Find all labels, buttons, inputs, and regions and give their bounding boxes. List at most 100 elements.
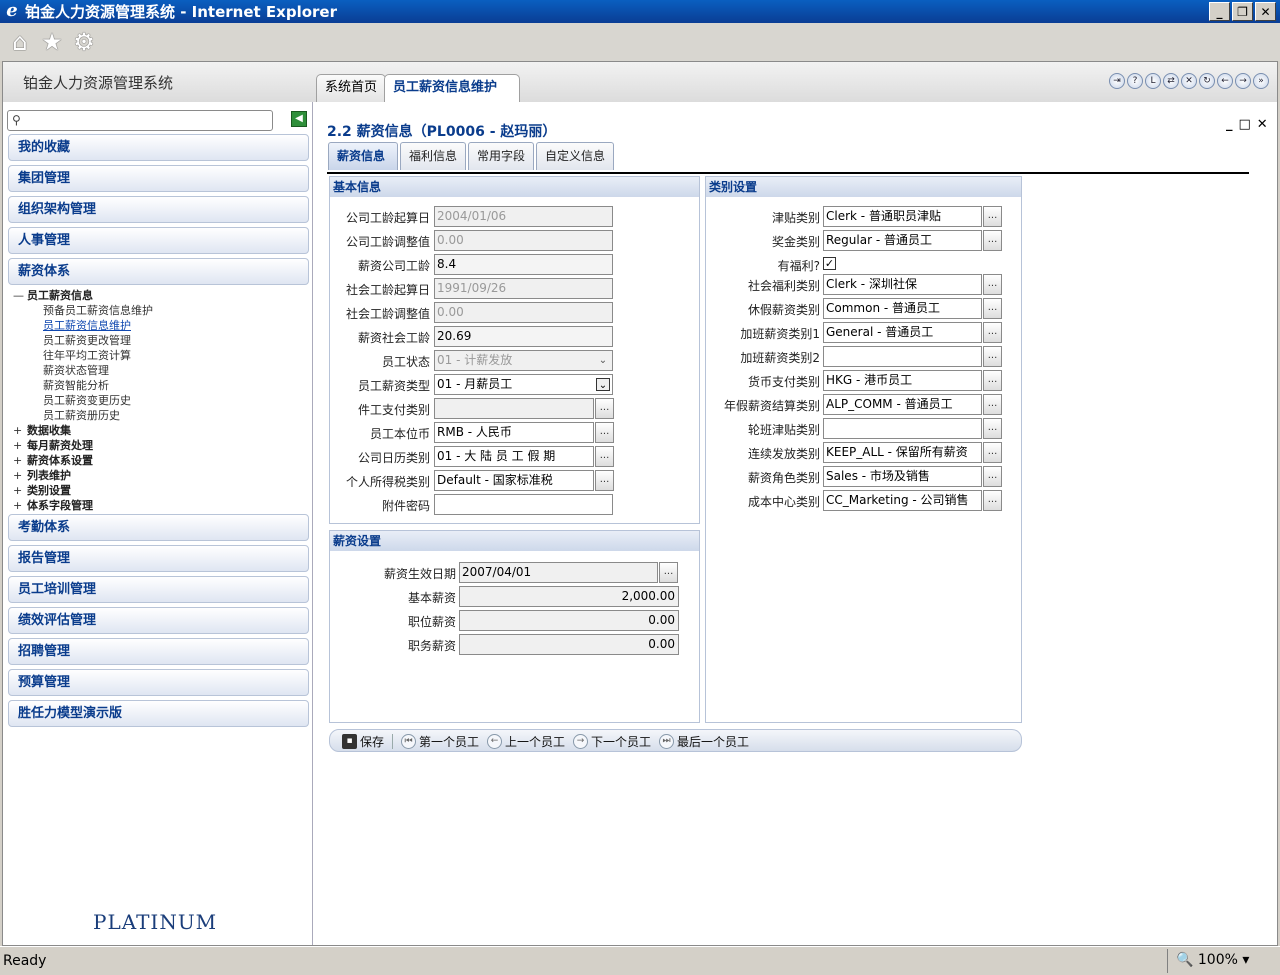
help-icon[interactable]: ? (1127, 73, 1143, 89)
attachment-password-field[interactable] (434, 494, 613, 515)
bonus-category-field[interactable]: Regular - 普通员工 (823, 230, 982, 251)
shift-allowance-category-field[interactable] (823, 418, 982, 439)
collapse-sidebar-icon[interactable]: ◀ (291, 111, 307, 127)
nav-competency-demo[interactable]: 胜任力模型演示版 (8, 700, 309, 727)
calendar-category-field[interactable]: 01 - 大 陆 员 工 假 期 (434, 446, 594, 467)
salary-role-lookup-button[interactable]: ... (983, 466, 1002, 487)
tree-node-category-setup[interactable]: + 类别设置 (13, 482, 71, 498)
overtime1-lookup-button[interactable]: ... (983, 322, 1002, 343)
position-salary-field[interactable]: 0.00 (459, 610, 679, 631)
nav-performance[interactable]: 绩效评估管理 (8, 607, 309, 634)
tree-item-salary-maintenance[interactable]: 员工薪资信息维护 (43, 317, 131, 333)
social-seniority-start-field[interactable]: 1991/09/26 (434, 278, 613, 299)
next-employee-button[interactable]: → 下一个员工 (573, 733, 651, 750)
tree-node-employee-salary[interactable]: — 员工薪资信息 (13, 287, 93, 303)
restore-button[interactable]: ❐ (1232, 2, 1253, 21)
cost-center-category-field[interactable]: CC_Marketing - 公司销售 (823, 490, 982, 511)
nav-reports[interactable]: 报告管理 (8, 545, 309, 572)
currency-payment-lookup-button[interactable]: ... (983, 370, 1002, 391)
nav-group-management[interactable]: 集团管理 (8, 165, 309, 192)
tab-salary-maintenance[interactable]: 员工薪资信息维护 (384, 74, 520, 104)
subtab-benefits[interactable]: 福利信息 (400, 142, 466, 170)
currency-payment-category-field[interactable]: HKG - 港币员工 (823, 370, 982, 391)
prev-employee-button[interactable]: ← 上一个员工 (487, 733, 565, 750)
effective-date-picker-button[interactable]: ... (659, 562, 678, 583)
tree-node-monthly-salary[interactable]: + 每月薪资处理 (13, 437, 93, 453)
expand-sign-icon[interactable]: + (13, 439, 27, 452)
chevron-down-icon[interactable]: ⌄ (596, 378, 610, 391)
nav-salary-system[interactable]: 薪资体系 (8, 258, 309, 285)
tree-node-salary-setup[interactable]: + 薪资体系设置 (13, 452, 93, 468)
forward-icon[interactable]: → (1235, 73, 1251, 89)
continuous-payment-lookup-button[interactable]: ... (983, 442, 1002, 463)
search-input[interactable] (26, 113, 266, 128)
logout-icon[interactable]: L (1145, 73, 1161, 89)
tree-node-data-collection[interactable]: + 数据收集 (13, 422, 71, 438)
tax-lookup-button[interactable]: ... (595, 470, 614, 491)
expand-sign-icon[interactable]: + (13, 484, 27, 497)
tree-node-list-maintenance[interactable]: + 列表维护 (13, 467, 71, 483)
currency-lookup-button[interactable]: ... (595, 422, 614, 443)
social-welfare-category-field[interactable]: Clerk - 深圳社保 (823, 274, 982, 295)
has-benefits-checkbox[interactable]: ✓ (823, 257, 836, 270)
tree-item-salary-analysis[interactable]: 薪资智能分析 (43, 377, 109, 393)
tab-home[interactable]: 系统首页 (316, 74, 387, 102)
panel-maximize-icon[interactable]: □ (1239, 117, 1251, 132)
panel-minimize-icon[interactable]: _ (1226, 117, 1233, 132)
calendar-lookup-button[interactable]: ... (595, 446, 614, 467)
subtab-salary-info[interactable]: 薪资信息 (328, 142, 398, 170)
tree-item-salary-change[interactable]: 员工薪资更改管理 (43, 332, 131, 348)
subtab-custom-info[interactable]: 自定义信息 (536, 142, 614, 170)
salary-type-select[interactable]: 01 - 月薪员工 ⌄ (434, 374, 613, 395)
zoom-control[interactable]: 🔍 100% ▾ (1167, 949, 1279, 973)
chevron-down-icon[interactable]: ▾ (1242, 952, 1249, 968)
tree-item-salary-history[interactable]: 员工薪资变更历史 (43, 392, 131, 408)
allowance-lookup-button[interactable]: ... (983, 206, 1002, 227)
collapse-sign-icon[interactable]: — (13, 289, 27, 302)
first-employee-button[interactable]: ⏮ 第一个员工 (401, 733, 479, 750)
expand-down-icon[interactable]: » (1253, 73, 1269, 89)
nav-favorites[interactable]: 我的收藏 (8, 134, 309, 161)
cancel-icon[interactable]: ✕ (1181, 73, 1197, 89)
bonus-lookup-button[interactable]: ... (983, 230, 1002, 251)
star-icon[interactable]: ★ (40, 30, 64, 54)
allowance-category-field[interactable]: Clerk - 普通职员津贴 (823, 206, 982, 227)
shift-allowance-lookup-button[interactable]: ... (983, 418, 1002, 439)
expand-sign-icon[interactable]: + (13, 424, 27, 437)
duty-salary-field[interactable]: 0.00 (459, 634, 679, 655)
nav-attendance[interactable]: 考勤体系 (8, 514, 309, 541)
tree-item-prep-salary[interactable]: 预备员工薪资信息维护 (43, 302, 153, 318)
base-currency-field[interactable]: RMB - 人民币 (434, 422, 594, 443)
salary-social-seniority-field[interactable]: 20.69 (434, 326, 613, 347)
leave-salary-lookup-button[interactable]: ... (983, 298, 1002, 319)
save-button[interactable]: ▪ 保存 (342, 733, 384, 750)
subtab-common-fields[interactable]: 常用字段 (468, 142, 534, 170)
social-seniority-adjust-field[interactable]: 0.00 (434, 302, 613, 323)
overtime-category1-field[interactable]: General - 普通员工 (823, 322, 982, 343)
nav-org-structure[interactable]: 组织架构管理 (8, 196, 309, 223)
salary-effective-date-field[interactable]: 2007/04/01 (459, 562, 658, 583)
tree-item-avg-wage[interactable]: 往年平均工资计算 (43, 347, 131, 363)
company-seniority-adjust-field[interactable]: 0.00 (434, 230, 613, 251)
continuous-payment-category-field[interactable]: KEEP_ALL - 保留所有薪资 (823, 442, 982, 463)
piecework-pay-field[interactable] (434, 398, 594, 419)
nav-recruitment[interactable]: 招聘管理 (8, 638, 309, 665)
salary-role-category-field[interactable]: Sales - 市场及销售 (823, 466, 982, 487)
base-salary-field[interactable]: 2,000.00 (459, 586, 679, 607)
overtime-category2-field[interactable] (823, 346, 982, 367)
annual-leave-settlement-field[interactable]: ALP_COMM - 普通员工 (823, 394, 982, 415)
salary-company-seniority-field[interactable]: 8.4 (434, 254, 613, 275)
login-icon[interactable]: ⇥ (1109, 73, 1125, 89)
nav-personnel[interactable]: 人事管理 (8, 227, 309, 254)
social-welfare-lookup-button[interactable]: ... (983, 274, 1002, 295)
close-window-button[interactable]: ✕ (1255, 2, 1276, 21)
last-employee-button[interactable]: ⏭ 最后一个员工 (659, 733, 749, 750)
nav-training[interactable]: 员工培训管理 (8, 576, 309, 603)
expand-sign-icon[interactable]: + (13, 469, 27, 482)
back-icon[interactable]: ← (1217, 73, 1233, 89)
export-icon[interactable]: ⇄ (1163, 73, 1179, 89)
nav-budget[interactable]: 预算管理 (8, 669, 309, 696)
employee-status-select[interactable]: 01 - 计薪发放 ⌄ (434, 350, 613, 371)
annual-leave-lookup-button[interactable]: ... (983, 394, 1002, 415)
tree-node-field-management[interactable]: + 体系字段管理 (13, 497, 93, 513)
